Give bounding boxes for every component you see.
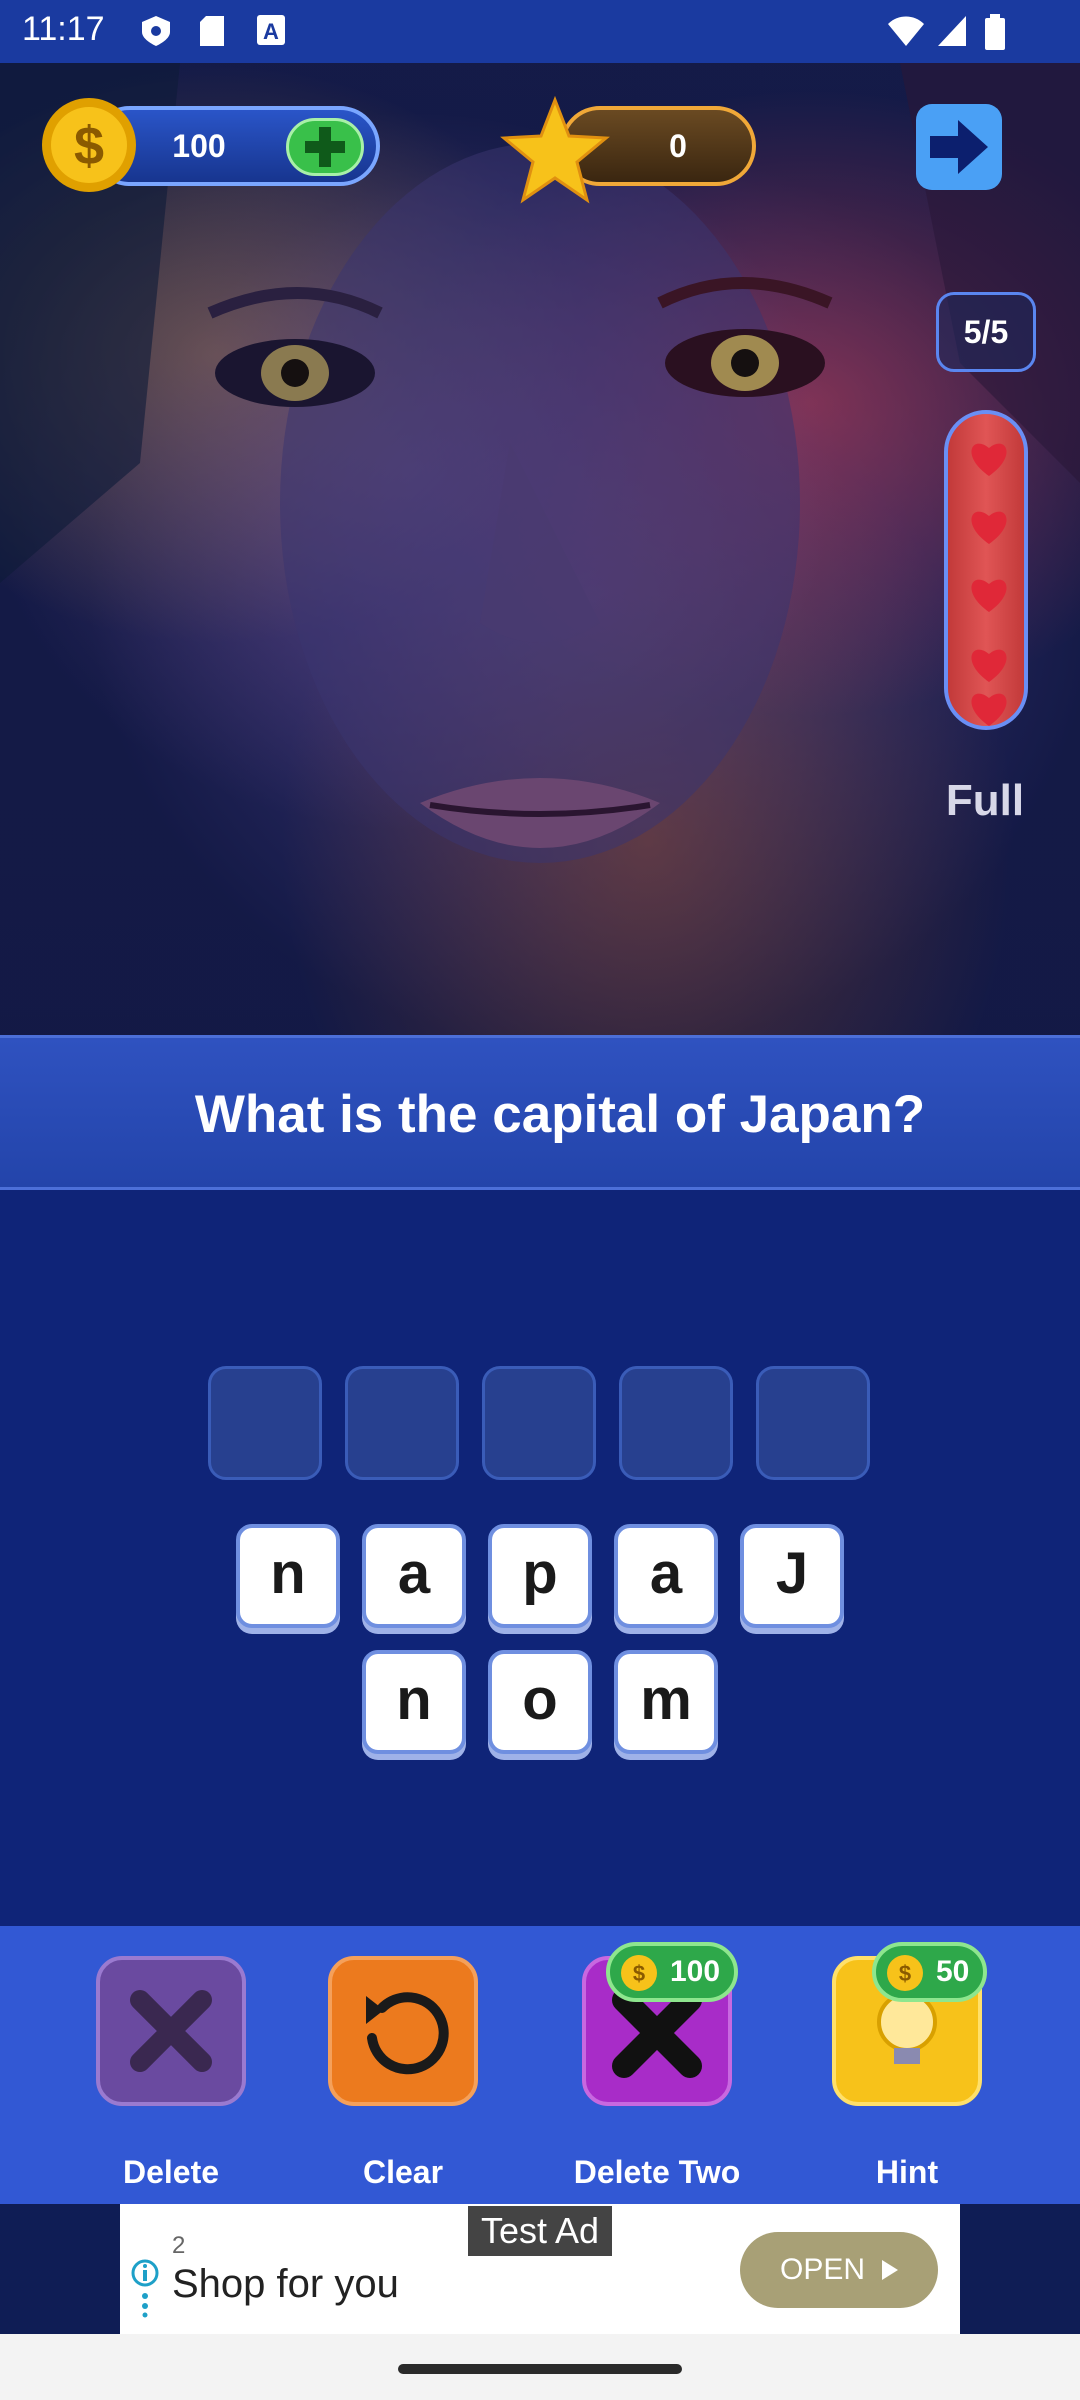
letter-tile[interactable]: o (488, 1650, 592, 1754)
game-screen: 11:17 A 100 $ 0 5/5 Full What is the cap… (0, 0, 1080, 2400)
plus-icon (305, 127, 345, 167)
answer-slot[interactable] (756, 1366, 870, 1480)
question-image (0, 63, 1080, 1035)
hint-cost: 50 (936, 1955, 970, 1988)
sd-card-icon (200, 16, 224, 46)
lives-count: 5/5 (936, 292, 1036, 372)
close-icon (130, 1990, 212, 2072)
text-app-icon: A (257, 15, 285, 45)
star-icon (500, 96, 610, 204)
clear-button[interactable] (328, 1956, 478, 2106)
hint-cost-badge: $ 50 (872, 1942, 988, 2002)
svg-text:$: $ (633, 1961, 645, 1986)
play-arrow-icon (882, 2260, 898, 2280)
letter-tile[interactable]: a (362, 1524, 466, 1628)
heart-icon (971, 511, 1007, 544)
answer-slot[interactable] (619, 1366, 733, 1480)
delete-two-cost: 100 (670, 1955, 721, 1988)
svg-text:$: $ (899, 1961, 911, 1986)
letter-tile[interactable]: n (362, 1650, 466, 1754)
ad-number: 2 (172, 2232, 186, 2259)
powerup-toolbar: Delete Clear $ 100 Delete Two $ 50 Hint (0, 1926, 1080, 2204)
delete-tool[interactable]: Delete (96, 1956, 246, 2190)
coin-icon: $ (887, 1955, 923, 1991)
heart-icon (971, 443, 1007, 476)
delete-label: Delete (122, 2154, 220, 2190)
heart-icon (971, 579, 1007, 612)
add-coins-button[interactable] (286, 118, 364, 176)
star-count: 0 (669, 128, 687, 164)
coin-icon: $ (621, 1955, 657, 1991)
home-handle[interactable] (398, 2364, 682, 2374)
wifi-icon (888, 16, 924, 46)
lives-status: Full (945, 776, 1025, 825)
ad-tag: Test Ad (468, 2206, 612, 2256)
letter-tile[interactable]: J (740, 1524, 844, 1628)
answer-slot[interactable] (208, 1366, 322, 1480)
ad-open-label: OPEN (780, 2253, 866, 2286)
heart-icon (971, 693, 1007, 726)
question-banner: What is the capital of Japan? (0, 1035, 1080, 1190)
status-bar: 11:17 A (0, 0, 1080, 63)
delete-two-tool[interactable]: $ 100 Delete Two (574, 1942, 740, 2190)
arrow-right-icon (930, 120, 988, 174)
info-icon[interactable] (130, 2258, 160, 2318)
battery-icon (985, 14, 1005, 50)
letter-tile[interactable]: n (236, 1524, 340, 1628)
clear-tool[interactable]: Clear (328, 1956, 478, 2190)
svg-text:$: $ (74, 116, 104, 176)
delete-two-label: Delete Two (573, 2154, 741, 2190)
lives-meter (944, 410, 1028, 730)
clear-label: Clear (362, 2154, 444, 2190)
delete-button[interactable] (96, 1956, 246, 2106)
question-text: What is the capital of Japan? (194, 1085, 926, 1144)
svg-text:A: A (263, 19, 279, 44)
shield-icon (142, 16, 170, 46)
status-time: 11:17 (22, 10, 105, 48)
signal-icon (938, 16, 966, 46)
next-button[interactable] (916, 104, 1002, 190)
ad-title: Shop for you (172, 2262, 399, 2306)
hint-label: Hint (875, 2154, 939, 2190)
letter-tile[interactable]: p (488, 1524, 592, 1628)
painted-face-illustration (0, 63, 1080, 863)
delete-two-cost-badge: $ 100 (606, 1942, 739, 2002)
heart-icon (971, 649, 1007, 682)
ad-open-button[interactable]: OPEN (740, 2232, 938, 2308)
coin-icon: $ (42, 98, 136, 192)
letter-tile[interactable]: a (614, 1524, 718, 1628)
answer-slot[interactable] (345, 1366, 459, 1480)
undo-icon (366, 1992, 449, 2075)
answer-slot[interactable] (482, 1366, 596, 1480)
letter-tile[interactable]: m (614, 1650, 718, 1754)
hint-tool[interactable]: $ 50 Hint (832, 1942, 988, 2190)
